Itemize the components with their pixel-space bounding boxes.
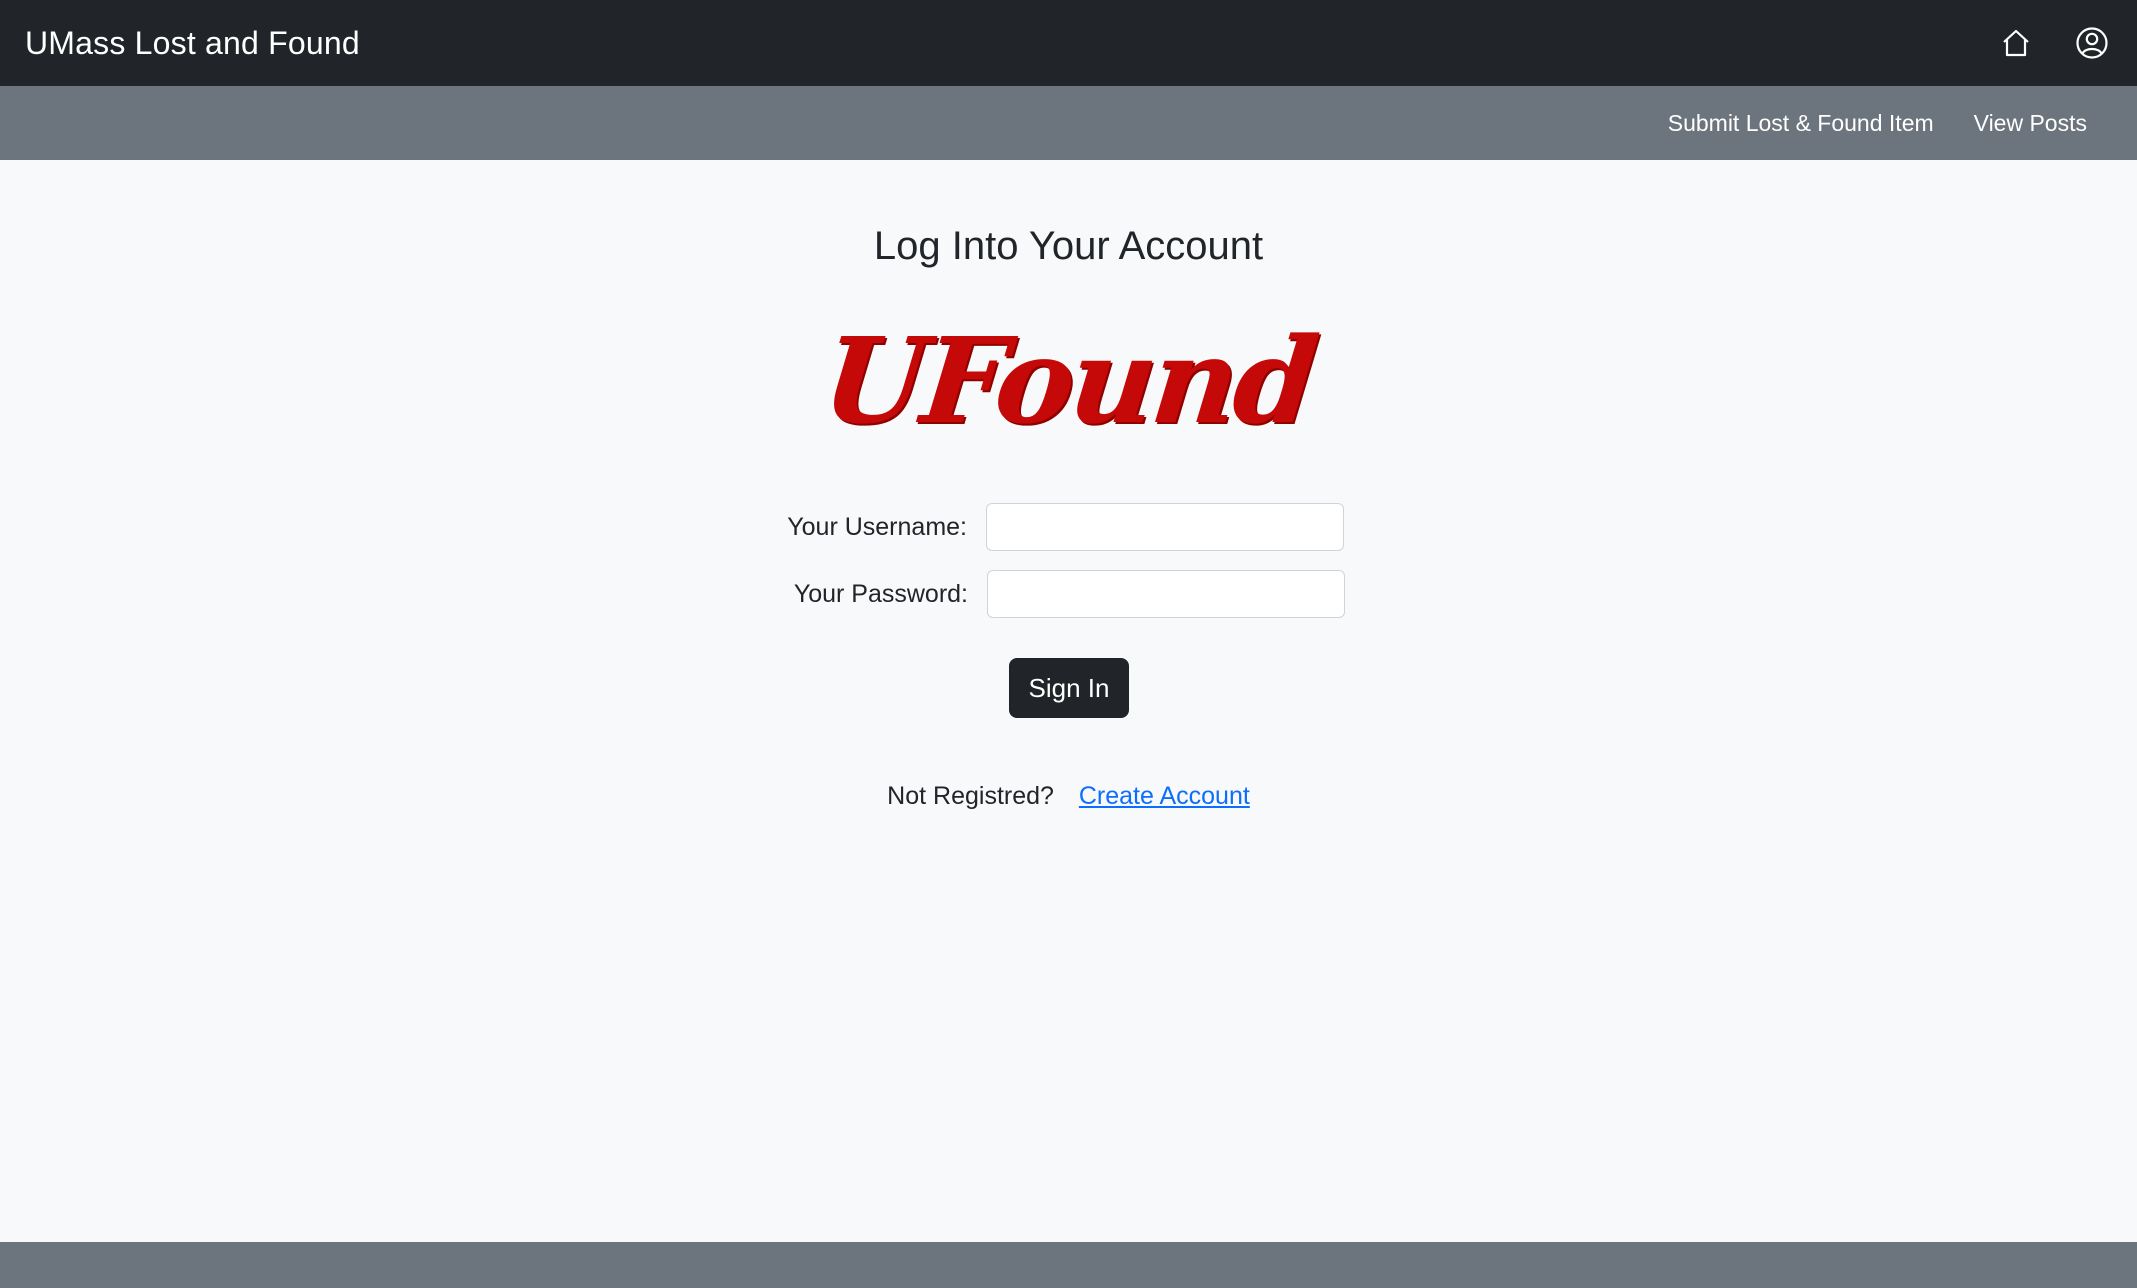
sign-in-button[interactable]: Sign In	[1009, 658, 1129, 718]
user-account-icon[interactable]	[2073, 24, 2111, 62]
username-label: Your Username:	[787, 512, 967, 541]
navbar-icons	[1997, 24, 2111, 62]
footer-bar	[0, 1242, 2137, 1288]
view-posts-link[interactable]: View Posts	[1974, 110, 2087, 137]
top-navbar: UMass Lost and Found	[0, 0, 2137, 86]
secondary-nav: Submit Lost & Found Item View Posts	[0, 86, 2137, 160]
create-account-link[interactable]: Create Account	[1079, 782, 1250, 810]
submit-item-link[interactable]: Submit Lost & Found Item	[1668, 110, 1934, 137]
page-title: Log Into Your Account	[873, 224, 1264, 268]
username-label-row: Your Username:	[0, 503, 967, 551]
logo-text: UFound	[816, 311, 1321, 450]
home-icon[interactable]	[1997, 24, 2035, 62]
brand-link[interactable]: UMass Lost and Found	[25, 25, 360, 62]
login-main: Log Into Your Account UFound Your Userna…	[0, 160, 2137, 1242]
username-input[interactable]	[986, 503, 1344, 551]
password-input[interactable]	[987, 570, 1345, 618]
password-label-row: Your Password:	[0, 570, 968, 618]
password-label: Your Password:	[793, 579, 968, 608]
register-row: Not Registred? Create Account	[0, 782, 2137, 811]
register-prompt: Not Registred?	[887, 782, 1054, 810]
ufound-logo: UFound	[0, 311, 2137, 450]
